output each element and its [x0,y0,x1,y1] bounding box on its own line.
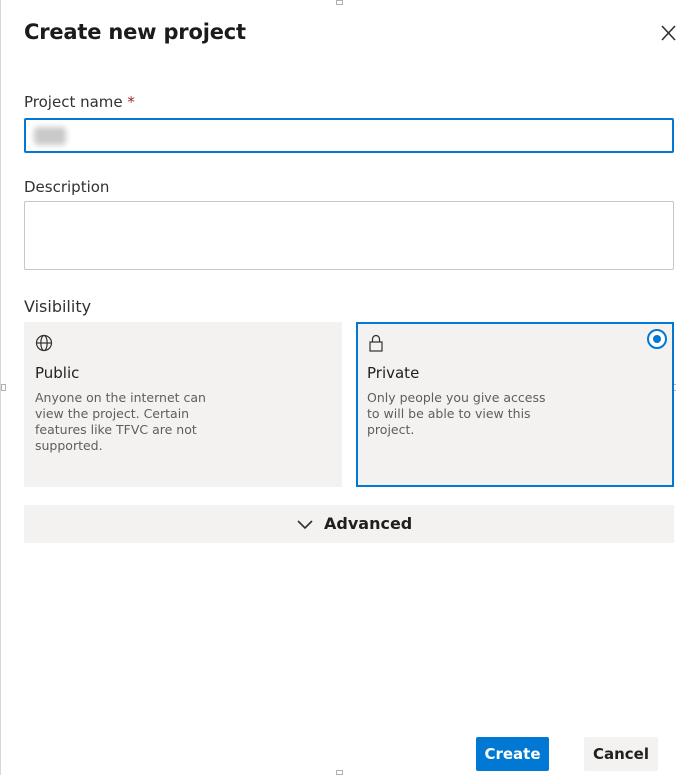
project-name-input[interactable] [24,118,674,153]
description-label: Description [24,178,110,196]
resize-handle-top[interactable] [336,0,343,5]
private-title: Private [367,364,420,382]
project-name-label-text: Project name [24,93,123,111]
create-button[interactable]: Create [476,737,549,771]
redacted-value [34,127,66,145]
close-button[interactable] [659,23,676,43]
description-input[interactable] [24,201,674,270]
visibility-label: Visibility [24,297,92,316]
cancel-button[interactable]: Cancel [584,737,658,771]
dialog-title: Create new project [24,20,246,44]
public-description: Anyone on the internet can view the proj… [35,390,206,453]
visibility-option-public[interactable]: Public Anyone on the internet can view t… [24,322,342,487]
radio-selected-dot [653,335,661,343]
advanced-toggle[interactable]: Advanced [24,505,674,543]
visibility-option-private[interactable]: Private Only people you give access to w… [356,322,674,487]
lock-icon [369,334,383,352]
close-icon [661,25,676,41]
globe-icon [35,334,53,352]
create-project-dialog: Create new project Project name * Descri… [0,0,676,775]
resize-handle-left[interactable] [1,384,6,391]
public-title: Public [35,364,80,382]
advanced-label: Advanced [324,514,413,533]
required-marker: * [127,93,135,111]
chevron-down-icon [297,519,313,529]
project-name-label: Project name * [24,93,135,111]
private-radio[interactable] [647,329,667,349]
private-description: Only people you give access to will be a… [367,390,546,437]
resize-handle-bottom[interactable] [336,770,343,775]
